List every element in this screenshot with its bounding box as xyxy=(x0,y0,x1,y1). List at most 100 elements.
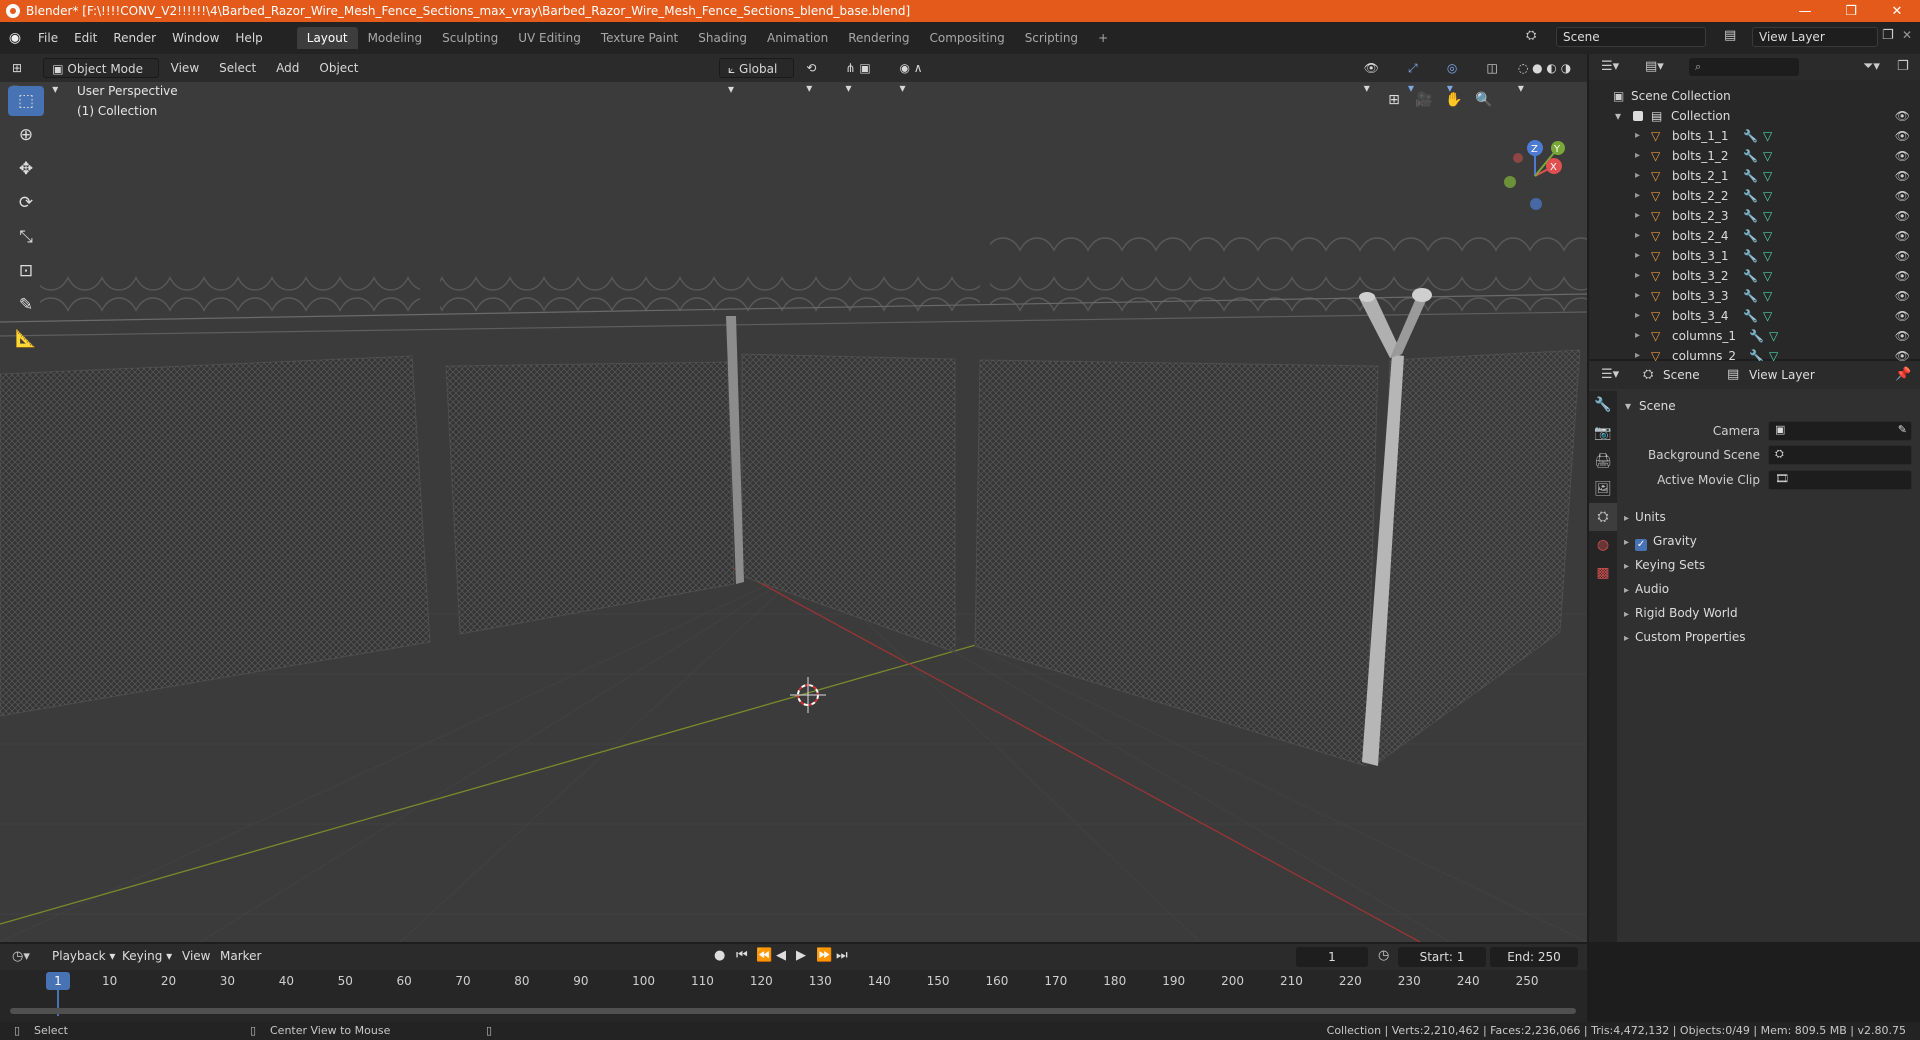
preview-range-icon[interactable]: ◷ xyxy=(1378,948,1389,963)
restore-button[interactable]: ❐ xyxy=(1828,4,1874,19)
visibility-eye-icon[interactable]: 👁 xyxy=(1895,306,1910,326)
expand-arrow-icon[interactable]: ▸ xyxy=(1635,126,1640,146)
tab-sculpting[interactable]: Sculpting xyxy=(432,27,508,49)
outliner-item[interactable]: ▸ ▽ bolts_2_2 🔧 ▽ 👁 xyxy=(1589,186,1920,206)
background-scene-field[interactable]: ⛭ xyxy=(1768,445,1912,465)
mesh-data-icon[interactable]: ▽ xyxy=(1763,186,1772,206)
outliner-search-input[interactable]: ⌕ xyxy=(1689,58,1799,76)
camera-field[interactable]: ▣ ✎ xyxy=(1768,421,1912,441)
outliner-item[interactable]: ▸ ▽ columns_1 🔧 ▽ 👁 xyxy=(1589,326,1920,346)
new-collection-icon[interactable]: ❐ xyxy=(1897,59,1909,74)
select-box-tool-icon[interactable]: ⬚ xyxy=(8,86,44,116)
filter-icon[interactable]: ⏷▾ xyxy=(1863,59,1880,74)
menu-file[interactable]: File xyxy=(30,31,66,45)
menu-window[interactable]: Window xyxy=(164,31,227,45)
section-expand-arrow-icon[interactable]: ▸ xyxy=(1624,513,1629,524)
world-props-icon[interactable]: ◍ xyxy=(1589,531,1617,559)
modifier-wrench-icon[interactable]: 🔧 xyxy=(1743,286,1758,306)
texture-props-icon[interactable]: ▩ xyxy=(1589,559,1617,587)
prev-keyframe-button[interactable]: ⏪ xyxy=(756,948,772,963)
timeline-editor[interactable]: ◷▾ Playback ▾ Keying ▾ View Marker ● ⏮ ⏪… xyxy=(0,944,1587,1022)
end-frame-field[interactable]: End: 250 xyxy=(1490,947,1578,967)
3d-viewport[interactable]: Z X Y ⊞ ▾ ▣ Object Mode ▾ View Select Ad… xyxy=(0,54,1587,942)
menu-help[interactable]: Help xyxy=(227,31,270,45)
modifier-wrench-icon[interactable]: 🔧 xyxy=(1743,266,1758,286)
zoom-view-icon[interactable]: 🔍 xyxy=(1472,88,1496,112)
mesh-data-icon[interactable]: ▽ xyxy=(1763,266,1772,286)
expand-arrow-icon[interactable]: ▸ xyxy=(1635,226,1640,246)
property-section-keying-sets[interactable]: ▸ Keying Sets xyxy=(1624,558,1705,572)
expand-arrow-icon[interactable]: ▸ xyxy=(1635,166,1640,186)
scene-tab-icon[interactable]: ⛭ xyxy=(1643,367,1653,382)
property-section-custom-properties[interactable]: ▸ Custom Properties xyxy=(1624,630,1745,644)
scene-panel-title[interactable]: Scene xyxy=(1639,399,1676,413)
new-view-layer-icon[interactable]: ❐ xyxy=(1882,28,1894,43)
outliner-item[interactable]: ▸ ▽ bolts_3_3 🔧 ▽ 👁 xyxy=(1589,286,1920,306)
visibility-icon[interactable]: 👁 ▾ xyxy=(1356,58,1396,95)
section-expand-arrow-icon[interactable]: ▸ xyxy=(1624,561,1629,572)
xray-icon[interactable]: ◫ xyxy=(1479,58,1506,78)
section-expand-arrow-icon[interactable]: ▸ xyxy=(1624,537,1629,548)
object-mode-dropdown[interactable]: ▣ Object Mode ▾ xyxy=(43,58,159,96)
outliner-item[interactable]: ▸ ▽ bolts_2_1 🔧 ▽ 👁 xyxy=(1589,166,1920,186)
move-tool-icon[interactable]: ✥ xyxy=(8,154,44,184)
timeline-editor-icon[interactable]: ◷▾ xyxy=(12,949,30,964)
mesh-data-icon[interactable]: ▽ xyxy=(1763,206,1772,226)
mesh-data-icon[interactable]: ▽ xyxy=(1763,226,1772,246)
playback-menu[interactable]: Playback ▾ xyxy=(52,949,115,963)
add-workspace-button[interactable]: + xyxy=(1088,27,1118,49)
modifier-wrench-icon[interactable]: 🔧 xyxy=(1743,206,1758,226)
outliner-item[interactable]: ▸ ▽ bolts_2_4 🔧 ▽ 👁 xyxy=(1589,226,1920,246)
collection-row[interactable]: ▾ ▤ Collection 👁 xyxy=(1589,106,1920,126)
modifier-wrench-icon[interactable]: 🔧 xyxy=(1743,126,1758,146)
scale-tool-icon[interactable]: ⤡ xyxy=(8,222,44,252)
visibility-eye-icon[interactable]: 👁 xyxy=(1895,266,1910,286)
tab-rendering[interactable]: Rendering xyxy=(838,27,919,49)
remove-view-layer-icon[interactable]: ✕ xyxy=(1902,28,1912,42)
expand-arrow-icon[interactable]: ▸ xyxy=(1635,286,1640,306)
expand-arrow-icon[interactable]: ▸ xyxy=(1635,146,1640,166)
minimize-button[interactable]: — xyxy=(1782,4,1828,19)
display-mode-icon[interactable]: ▤▾ xyxy=(1645,59,1664,74)
scene-icon[interactable]: ⛭ xyxy=(1526,28,1536,43)
expand-arrow-icon[interactable]: ▸ xyxy=(1635,186,1640,206)
pivot-point-icon[interactable]: ⟲ ▾ xyxy=(798,58,833,95)
mesh-data-icon[interactable]: ▽ xyxy=(1763,246,1772,266)
play-button[interactable]: ▶ xyxy=(796,948,806,963)
visibility-eye-icon[interactable]: 👁 xyxy=(1895,166,1910,186)
gizmo-toggle-icon[interactable]: ⤢ ▾ xyxy=(1400,58,1435,95)
property-section-audio[interactable]: ▸ Audio xyxy=(1624,582,1669,596)
tab-animation[interactable]: Animation xyxy=(757,27,838,49)
tab-layout[interactable]: Layout xyxy=(296,27,358,49)
jump-start-button[interactable]: ⏮ xyxy=(736,948,748,963)
keying-menu[interactable]: Keying ▾ xyxy=(122,949,172,963)
mesh-data-icon[interactable]: ▽ xyxy=(1763,126,1772,146)
modifier-wrench-icon[interactable]: 🔧 xyxy=(1743,146,1758,166)
scene-tab[interactable]: Scene xyxy=(1663,368,1700,382)
mesh-data-icon[interactable]: ▽ xyxy=(1769,326,1778,346)
camera-view-icon[interactable]: 🎥 xyxy=(1412,88,1436,112)
section-expand-arrow-icon[interactable]: ▸ xyxy=(1624,633,1629,644)
modifier-wrench-icon[interactable]: 🔧 xyxy=(1743,246,1758,266)
section-expand-arrow-icon[interactable]: ▸ xyxy=(1624,609,1629,620)
eyedropper-icon[interactable]: ✎ xyxy=(1898,423,1907,436)
overlays-icon[interactable]: ◎ ▾ xyxy=(1439,58,1475,95)
timeline-scrollbar[interactable] xyxy=(10,1008,1576,1014)
property-section-rigid-body-world[interactable]: ▸ Rigid Body World xyxy=(1624,606,1738,620)
scene-props-icon[interactable]: ⛭ xyxy=(1589,503,1617,531)
active-movie-clip-field[interactable]: 🎞 xyxy=(1768,470,1912,490)
property-section-units[interactable]: ▸ Units xyxy=(1624,510,1666,524)
current-frame-field[interactable]: 1 xyxy=(1296,947,1368,967)
view-layer-selector[interactable]: View Layer xyxy=(1752,27,1878,47)
gravity-checkbox[interactable]: ✓ xyxy=(1635,539,1648,551)
mesh-data-icon[interactable]: ▽ xyxy=(1763,146,1772,166)
property-section-gravity[interactable]: ▸ ✓ Gravity xyxy=(1624,534,1697,551)
expand-arrow-icon[interactable]: ▸ xyxy=(1635,326,1640,346)
cursor-tool-icon[interactable]: ⊕ xyxy=(8,120,44,150)
scene-collection-row[interactable]: ▣ Scene Collection xyxy=(1589,86,1920,106)
scene-selector[interactable]: Scene xyxy=(1556,27,1706,47)
tab-uv-editing[interactable]: UV Editing xyxy=(508,27,591,49)
section-expand-arrow-icon[interactable]: ▸ xyxy=(1624,585,1629,596)
current-frame-marker[interactable]: 1 xyxy=(46,972,70,990)
expand-arrow-icon[interactable]: ▸ xyxy=(1635,246,1640,266)
